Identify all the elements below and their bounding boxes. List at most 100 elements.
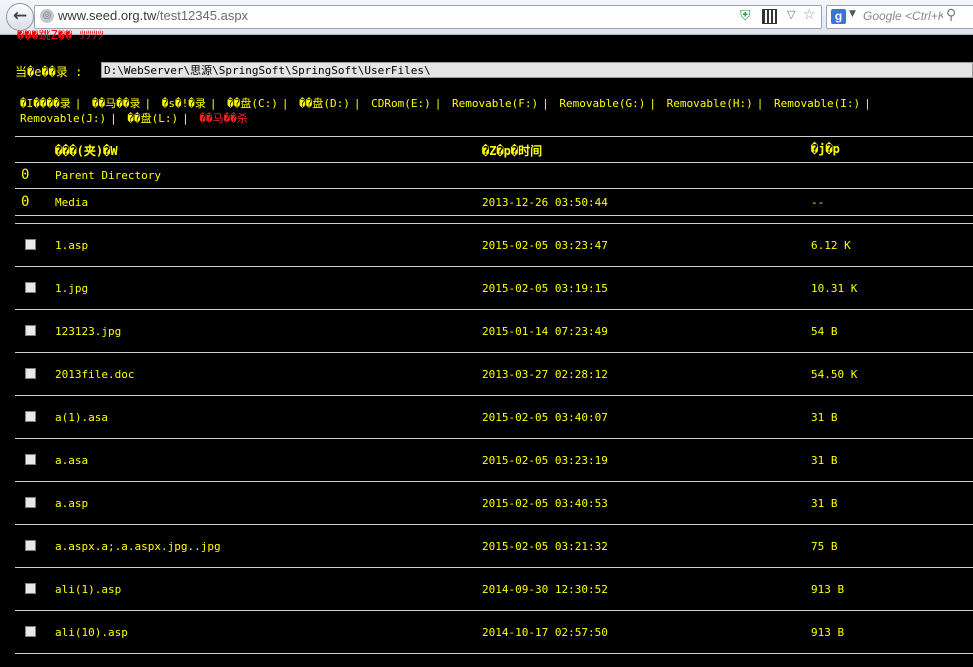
nav-link[interactable]: Removable(F:) xyxy=(452,97,538,110)
header-time: �Z�p�时间 xyxy=(482,144,543,158)
file-time: 2014-09-30 12:30:52 xyxy=(482,583,608,596)
dir-name[interactable]: Parent Directory xyxy=(55,169,161,182)
table-row: ali(10).asp 2014-10-17 02:57:50 913 B xyxy=(15,611,973,654)
nav-link[interactable]: �s�!�录 xyxy=(162,97,206,110)
table-row: a.asp 2015-02-05 03:40:53 31 B xyxy=(15,482,973,525)
file-checkbox[interactable] xyxy=(25,454,36,465)
file-checkbox[interactable] xyxy=(25,411,36,422)
current-path-input[interactable]: D:\WebServer\思源\SpringSoft\SpringSoft\Us… xyxy=(101,62,973,78)
file-checkbox[interactable] xyxy=(25,239,36,250)
file-time: 2015-02-05 03:40:07 xyxy=(482,411,608,424)
search-box[interactable]: g ▼ Google <Ctrl+K> ⚲ xyxy=(826,5,973,29)
nav-link[interactable]: Removable(H:) xyxy=(667,97,753,110)
nav-link[interactable]: ��盘(C:) xyxy=(227,97,278,110)
nav-separator: | xyxy=(74,97,82,110)
table-row: a(1).asa 2015-02-05 03:40:07 31 B xyxy=(15,396,973,439)
file-size: 75 B xyxy=(811,540,838,553)
current-path-label: 当�e��录 : xyxy=(15,65,83,79)
file-checkbox[interactable] xyxy=(25,626,36,637)
nav-link[interactable]: ��马��杀 xyxy=(199,112,248,125)
folder-icon: 0 xyxy=(21,194,30,210)
file-size: 31 B xyxy=(811,411,838,424)
dir-name[interactable]: Media xyxy=(55,196,88,209)
table-row: 1.jpg 2015-02-05 03:19:15 10.31 K xyxy=(15,267,973,310)
url-host: www.seed.org.tw xyxy=(58,8,157,23)
file-size: 913 B xyxy=(811,583,845,596)
nav-link[interactable]: CDRom(E:) xyxy=(371,97,431,110)
nav-separator: | xyxy=(144,97,152,110)
file-time: 2015-02-05 03:21:32 xyxy=(482,540,608,553)
address-bar[interactable]: ◎ www.seed.org.tw/test12345.aspx ⛨ ▽ ☆ xyxy=(34,5,822,29)
page-title-fragment: ���跳Z�� ﾂﾂﾂﾂ xyxy=(17,30,104,42)
file-size: 6.12 K xyxy=(811,239,851,252)
dir-time: 2013-12-26 03:50:44 xyxy=(482,196,608,209)
table-row: a.aspx.a;.a.aspx.jpg..jpg 2015-02-05 03:… xyxy=(15,525,973,568)
globe-icon: ◎ xyxy=(40,9,54,23)
file-checkbox[interactable] xyxy=(25,325,36,336)
shield-icon[interactable]: ⛨ xyxy=(740,8,751,24)
file-size: 31 B xyxy=(811,454,838,467)
nav-separator: | xyxy=(110,112,117,125)
search-icon[interactable]: ⚲ xyxy=(946,7,956,23)
file-time: 2015-02-05 03:40:53 xyxy=(482,497,608,510)
file-size: 54 B xyxy=(811,325,838,338)
back-icon[interactable]: ← xyxy=(6,3,34,31)
nav-separator: | xyxy=(649,97,657,110)
file-checkbox[interactable] xyxy=(25,282,36,293)
nav-link[interactable]: Removable(I:) xyxy=(774,97,860,110)
file-name[interactable]: 1.asp xyxy=(55,239,88,252)
nav-link[interactable]: ��盘(L:) xyxy=(127,112,178,125)
google-icon[interactable]: g xyxy=(831,9,846,24)
dropdown-icon[interactable]: ▽ xyxy=(787,8,795,21)
file-name[interactable]: a.aspx.a;.a.aspx.jpg..jpg xyxy=(55,540,221,553)
search-input[interactable]: Google <Ctrl+K> xyxy=(863,9,943,23)
file-name[interactable]: 1.jpg xyxy=(55,282,88,295)
file-name[interactable]: ali(10).asp xyxy=(55,626,128,639)
divider xyxy=(15,216,973,224)
nav-link[interactable]: Removable(G:) xyxy=(559,97,645,110)
file-size: 31 B xyxy=(811,497,838,510)
nav-link[interactable]: Removable(J:) xyxy=(20,112,106,125)
table-row: 1.asp 2015-02-05 03:23:47 6.12 K xyxy=(15,224,973,267)
file-name[interactable]: a.asa xyxy=(55,454,88,467)
table-row: 0 Parent Directory xyxy=(15,162,973,189)
nav-separator: | xyxy=(353,97,361,110)
file-time: 2015-02-05 03:23:47 xyxy=(482,239,608,252)
table-row: 0 Media 2013-12-26 03:50:44 -- xyxy=(15,189,973,216)
browser-toolbar: ← ◎ www.seed.org.tw/test12345.aspx ⛨ ▽ ☆… xyxy=(0,0,973,35)
file-checkbox[interactable] xyxy=(25,540,36,551)
nav-link[interactable]: �I����录 xyxy=(20,97,71,110)
file-size: 10.31 K xyxy=(811,282,858,295)
file-time: 2015-02-05 03:19:15 xyxy=(482,282,608,295)
folder-icon: 0 xyxy=(21,167,30,183)
bookmark-star-icon[interactable]: ☆ xyxy=(803,7,816,23)
nav-separator: | xyxy=(209,97,217,110)
file-checkbox[interactable] xyxy=(25,583,36,594)
nav-separator: | xyxy=(182,112,189,125)
file-name[interactable]: a(1).asa xyxy=(55,411,108,424)
nav-separator: | xyxy=(434,97,442,110)
file-name[interactable]: ali(1).asp xyxy=(55,583,121,596)
file-name[interactable]: 123123.jpg xyxy=(55,325,121,338)
file-checkbox[interactable] xyxy=(25,368,36,379)
drive-nav: �I����录 | ��马��录 | �s�!�录 | ��盘(C:) | ��盘(D:… xyxy=(20,96,973,126)
table-row: 123123.jpg 2015-01-14 07:23:49 54 B xyxy=(15,310,973,353)
table-row: a.asa 2015-02-05 03:23:19 31 B xyxy=(15,439,973,482)
file-time: 2013-03-27 02:28:12 xyxy=(482,368,608,381)
file-size: 54.50 K xyxy=(811,368,858,381)
file-time: 2015-02-05 03:23:19 xyxy=(482,454,608,467)
file-time: 2014-10-17 02:57:50 xyxy=(482,626,608,639)
search-engine-dropdown-icon[interactable]: ▼ xyxy=(849,9,856,19)
nav-link[interactable]: ��马��录 xyxy=(92,97,141,110)
dir-size: -- xyxy=(811,196,825,209)
file-name[interactable]: 2013file.doc xyxy=(55,368,134,381)
file-name[interactable]: a.asp xyxy=(55,497,88,510)
qr-code-icon[interactable] xyxy=(762,9,777,24)
file-checkbox[interactable] xyxy=(25,497,36,508)
url-text[interactable]: www.seed.org.tw/test12345.aspx xyxy=(58,8,248,23)
header-size: �j�p xyxy=(811,142,840,156)
nav-separator: | xyxy=(542,97,549,110)
header-name: ���(夹)�W xyxy=(55,144,118,158)
nav-link[interactable]: ��盘(D:) xyxy=(299,97,350,110)
table-row: ali(1).asp 2014-09-30 12:30:52 913 B xyxy=(15,568,973,611)
